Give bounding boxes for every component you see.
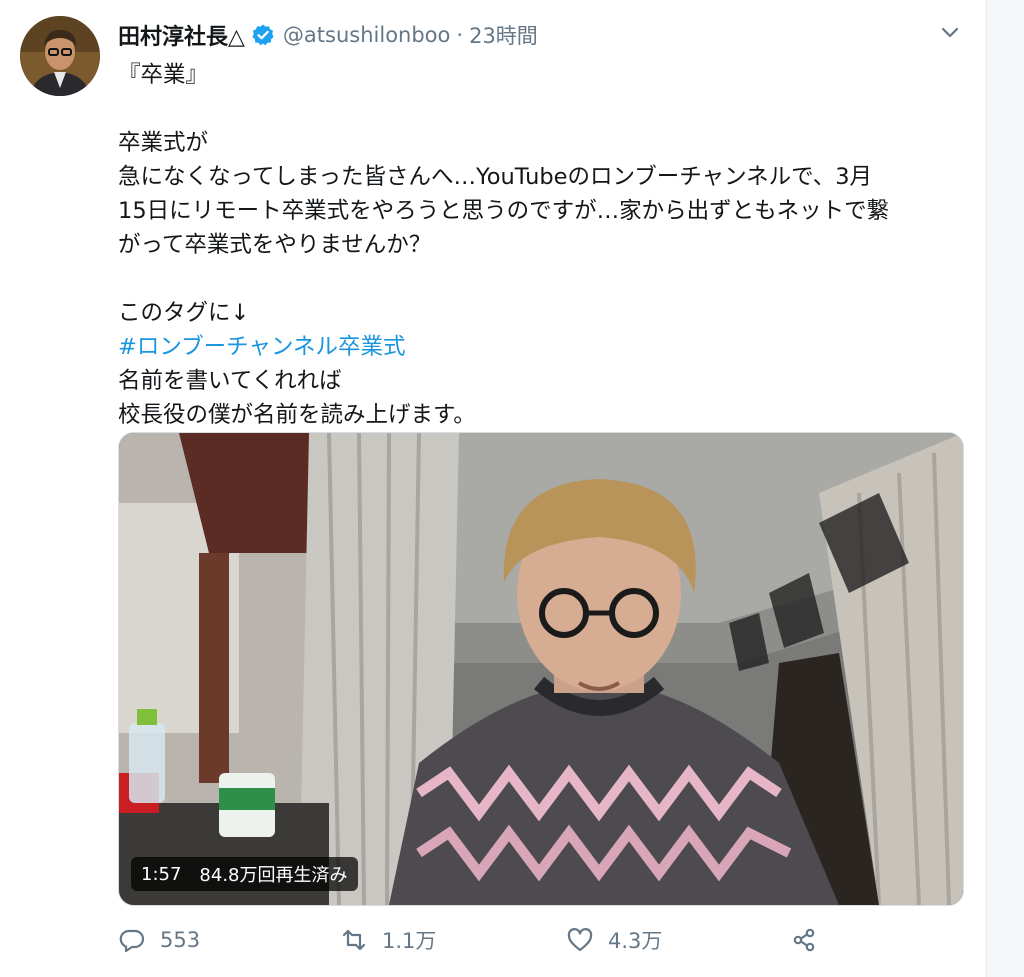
reply-icon [119,929,145,953]
tweet-line: このタグに↓ [118,300,250,326]
hashtag-link[interactable]: #ロンブーチャンネル卒業式 [118,330,978,364]
reply-button[interactable]: 553 [118,918,200,962]
heart-icon [567,928,593,952]
video-view-count: 84.8万回再生済み [199,865,348,886]
reply-count: 553 [160,928,201,952]
video-duration: 1:57 [141,863,182,885]
share-icon [793,928,815,952]
author-name[interactable]: 田村淳社長△ [118,19,245,51]
tweet-line: 校長役の僕が名前を読み上げます。 [118,402,476,428]
chevron-down-icon[interactable] [936,18,964,46]
tweet-line: 名前を書いてくれれば [118,368,342,394]
tweet-line: 『卒業』 [118,62,209,88]
video-thumbnail [119,433,963,905]
retweet-button[interactable]: 1.1万 [340,918,436,962]
like-button[interactable]: 4.3万 [566,918,662,962]
video-player[interactable]: 1:57 84.8万回再生済み [118,432,964,906]
like-count: 4.3万 [608,929,663,953]
verified-badge-icon [251,23,275,47]
share-button[interactable] [790,918,832,962]
tweet-timestamp[interactable]: 23時間 [469,20,538,50]
retweet-count: 1.1万 [382,929,437,953]
separator-dot: · [456,23,464,47]
tweet-line: 卒業式が [118,130,209,156]
tweet-text: 『卒業』 卒業式が 急になくなってしまった皆さんへ…YouTubeのロンブーチャ… [118,58,978,432]
tweet-line: 15日にリモート卒業式をやろうと思うのですが…家から出ずともネットで繋 [118,198,890,224]
video-info-badge: 1:57 84.8万回再生済み [131,857,358,891]
avatar[interactable] [20,16,100,96]
timeline-border [986,0,1024,977]
tweet-action-bar: 553 1.1万 4.3万 [118,918,838,962]
tweet-header: 田村淳社長△ @atsushilonboo · 23時間 [118,18,538,52]
retweet-icon [342,929,366,951]
tweet-line: 急になくなってしまった皆さんへ…YouTubeのロンブーチャンネルで、3月 [118,164,873,190]
tweet-line: がって卒業式をやりませんか？ [118,232,432,258]
author-handle[interactable]: @atsushilonboo [283,23,450,47]
